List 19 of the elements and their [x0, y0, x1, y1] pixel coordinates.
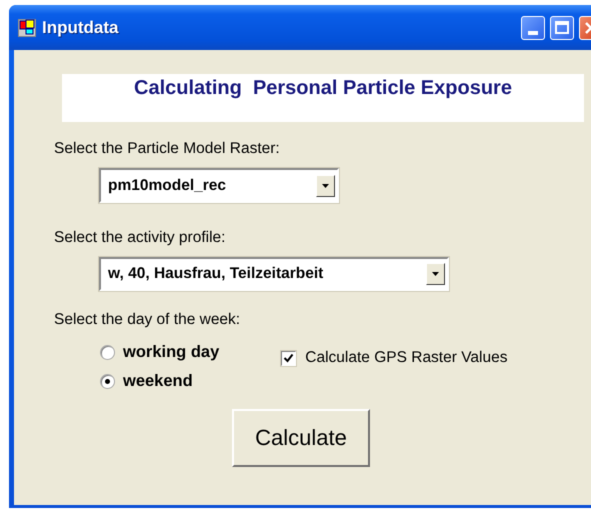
- app-icon: [18, 18, 36, 36]
- profile-label: Select the activity profile:: [54, 229, 226, 247]
- radio-option[interactable]: working day: [100, 343, 220, 362]
- radio-option[interactable]: weekend: [100, 372, 220, 391]
- window-title: Inputdata: [42, 18, 118, 38]
- maximize-button[interactable]: [550, 16, 574, 40]
- raster-label: Select the Particle Model Raster:: [54, 140, 280, 158]
- day-label: Select the day of the week:: [54, 311, 240, 329]
- raster-dropdown[interactable]: pm10model_rec: [99, 168, 339, 203]
- header-title: Calculating Personal Particle Exposure: [134, 77, 512, 101]
- dropdown-arrow-icon[interactable]: [426, 263, 445, 285]
- dropdown-arrow-icon[interactable]: [316, 174, 335, 196]
- gps-checkbox[interactable]: Calculate GPS Raster Values: [281, 349, 508, 367]
- minimize-button[interactable]: [521, 16, 545, 40]
- profile-dropdown[interactable]: w, 40, Hausfrau, Teilzeitarbeit: [99, 257, 449, 291]
- check-icon: [283, 352, 294, 364]
- calculate-button[interactable]: Calculate: [232, 409, 370, 467]
- minimize-icon: [528, 30, 538, 34]
- maximize-icon: [555, 21, 569, 34]
